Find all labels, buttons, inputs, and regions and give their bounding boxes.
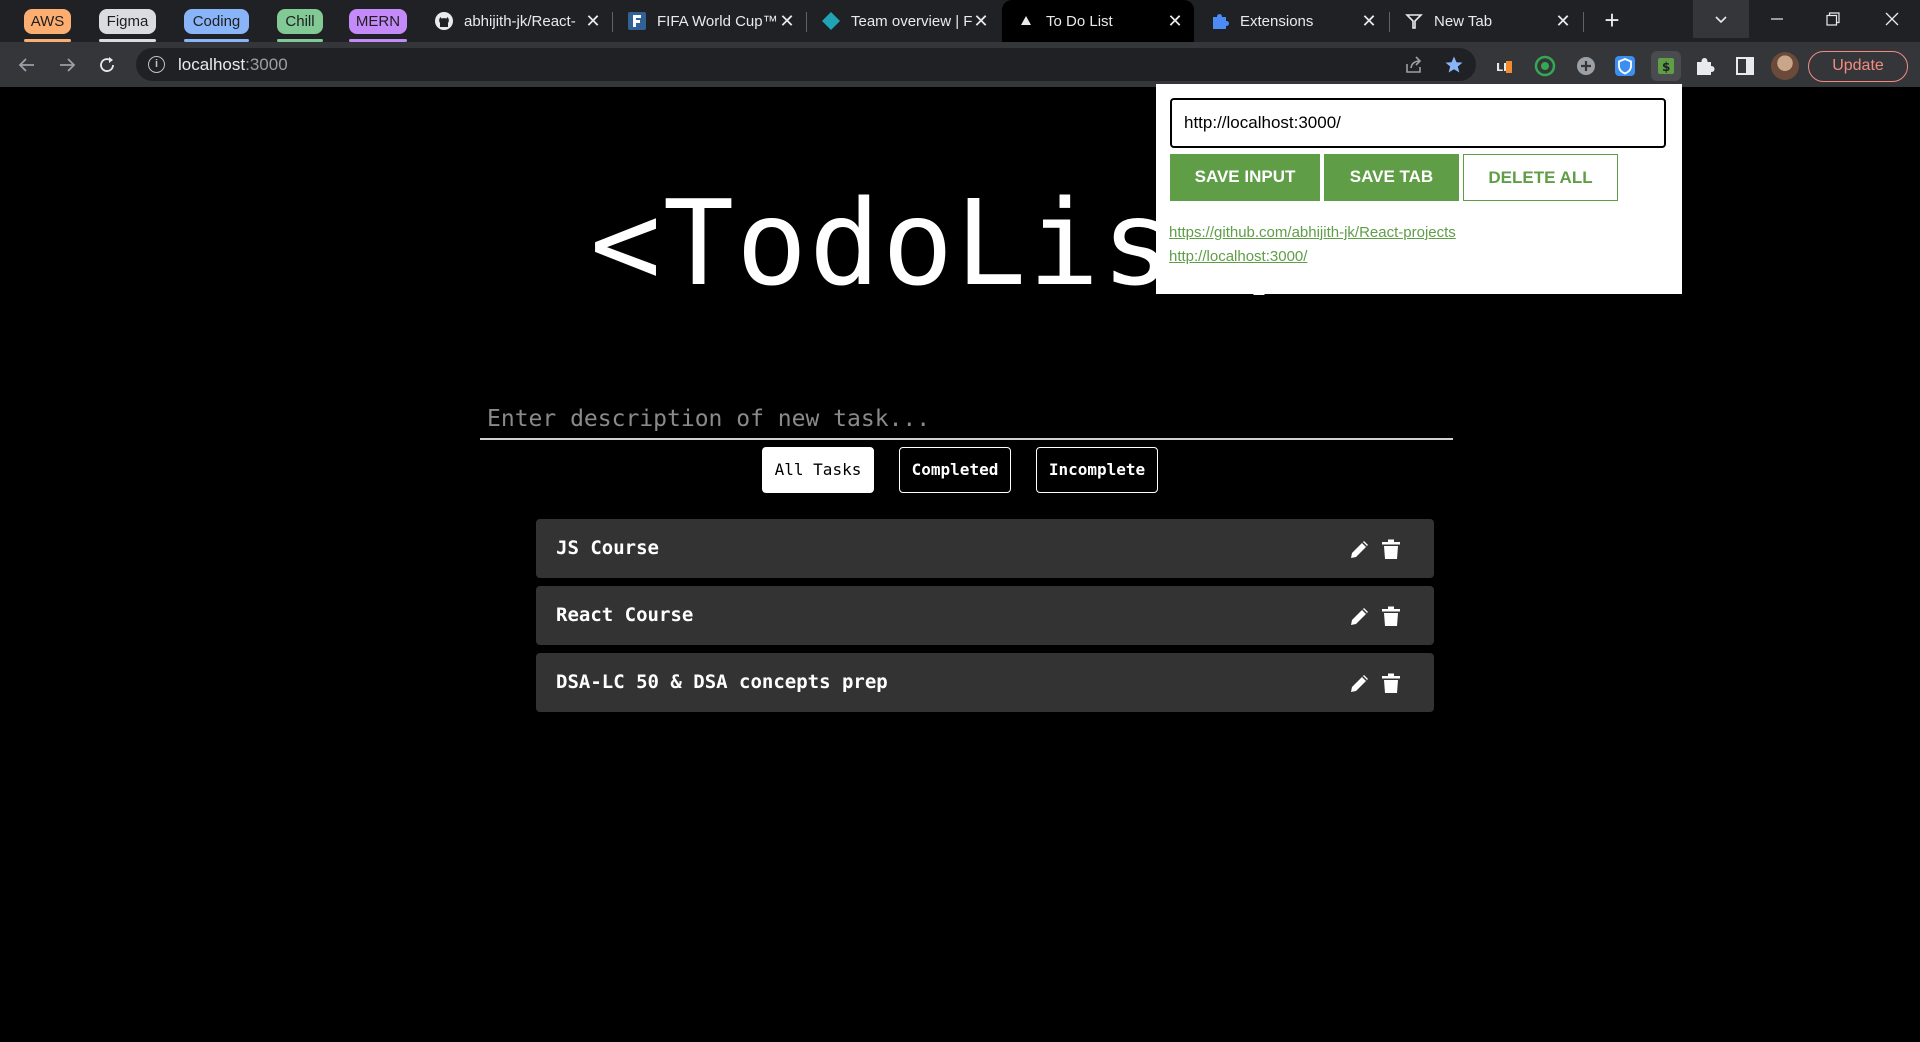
close-icon[interactable]: ✕: [584, 12, 602, 30]
filter-all-tasks[interactable]: All Tasks: [762, 447, 874, 493]
link-saver-popup: SAVE INPUT SAVE TAB DELETE ALL https://g…: [1156, 84, 1682, 294]
popup-url-input[interactable]: [1170, 98, 1666, 148]
plus-circle-icon: [1577, 57, 1595, 75]
tab-title: New Tab: [1434, 12, 1493, 30]
reload-icon: [100, 57, 114, 72]
save-input-button[interactable]: SAVE INPUT: [1170, 154, 1320, 201]
restore-icon: [1826, 12, 1840, 26]
plus-extension-icon[interactable]: [1575, 55, 1597, 77]
minimize-icon: [1771, 18, 1783, 20]
tab-new-tab[interactable]: New Tab ✕: [1390, 0, 1582, 42]
task-item[interactable]: DSA-LC 50 & DSA concepts prep: [536, 653, 1434, 712]
forward-button[interactable]: [52, 50, 82, 80]
saved-link[interactable]: http://localhost:3000/: [1169, 248, 1307, 265]
tab-separator: [1583, 12, 1584, 32]
profile-avatar[interactable]: [1771, 52, 1799, 80]
pencil-icon[interactable]: [1348, 671, 1372, 695]
side-panel-icon: [1736, 57, 1754, 75]
address-bar[interactable]: i localhost:3000: [136, 48, 1476, 81]
bookmark-star-icon[interactable]: [1444, 55, 1464, 75]
tab-group-coding[interactable]: Coding: [184, 9, 249, 34]
shield-icon: [1615, 56, 1635, 76]
update-button[interactable]: Update: [1808, 51, 1908, 82]
puzzle-icon: [1210, 11, 1230, 31]
tab-title: Team overview | F: [851, 12, 973, 30]
window-close-button[interactable]: [1864, 0, 1920, 38]
tab-title: abhijith-jk/React-: [464, 12, 576, 30]
tab-search-button[interactable]: [1693, 0, 1749, 38]
task-label: JS Course: [556, 537, 659, 559]
new-tab-button[interactable]: +: [1598, 7, 1626, 35]
tab-github[interactable]: abhijith-jk/React- ✕: [420, 0, 612, 42]
shield-extension-icon[interactable]: [1614, 55, 1636, 77]
info-icon[interactable]: i: [148, 56, 165, 73]
restore-button[interactable]: [1805, 0, 1861, 38]
pencil-icon[interactable]: [1348, 537, 1372, 561]
task-item[interactable]: JS Course: [536, 519, 1434, 578]
close-icon[interactable]: ✕: [1554, 12, 1572, 30]
close-icon[interactable]: ✕: [1360, 12, 1378, 30]
trash-icon[interactable]: [1379, 604, 1403, 628]
arrow-right-icon: [60, 58, 76, 72]
task-item[interactable]: React Course: [536, 586, 1434, 645]
lighthouse-icon: LH: [1494, 57, 1514, 75]
trash-icon[interactable]: [1379, 671, 1403, 695]
back-button[interactable]: [12, 50, 42, 80]
link-saver-extension-icon[interactable]: $: [1651, 51, 1681, 81]
tab-fifa[interactable]: FIFA World Cup™ ✕: [613, 0, 806, 42]
tab-team-overview[interactable]: Team overview | F ✕: [807, 0, 1000, 42]
target-extension-icon[interactable]: [1534, 55, 1556, 77]
target-icon: [1534, 55, 1556, 77]
fifa-icon: [627, 11, 647, 31]
arrow-left-icon: [18, 58, 34, 72]
pencil-icon[interactable]: [1348, 604, 1372, 628]
address-url: localhost:3000: [178, 55, 288, 74]
delete-all-button[interactable]: DELETE ALL: [1463, 154, 1618, 201]
new-task-input[interactable]: [480, 400, 1453, 440]
tab-to-do-list[interactable]: To Do List ✕: [1002, 0, 1194, 42]
tab-title: Extensions: [1240, 12, 1314, 30]
tab-title: To Do List: [1046, 12, 1113, 30]
trash-icon[interactable]: [1379, 537, 1403, 561]
minimize-button[interactable]: [1749, 0, 1805, 38]
save-tab-button[interactable]: SAVE TAB: [1324, 154, 1459, 201]
side-panel-button[interactable]: [1734, 55, 1756, 77]
close-icon[interactable]: ✕: [778, 12, 796, 30]
tab-group-aws[interactable]: AWS: [24, 9, 71, 34]
close-icon[interactable]: ✕: [972, 12, 990, 30]
filter-incomplete[interactable]: Incomplete: [1036, 447, 1158, 493]
dollar-icon: $: [1658, 58, 1674, 74]
close-icon[interactable]: ✕: [1166, 12, 1184, 30]
close-icon: [1885, 12, 1899, 26]
task-label: React Course: [556, 604, 694, 626]
share-icon[interactable]: [1404, 55, 1424, 75]
tab-title: FIFA World Cup™: [657, 12, 778, 30]
tab-group-chill[interactable]: Chill: [277, 9, 323, 34]
puzzle-icon: [1697, 58, 1715, 75]
tab-group-figma[interactable]: Figma: [99, 9, 156, 34]
github-icon: [434, 11, 454, 31]
tab-strip: AWS Figma Coding Chill MERN abhijith-jk/…: [0, 0, 1920, 42]
filter-completed[interactable]: Completed: [899, 447, 1011, 493]
newtab-icon: [1404, 11, 1424, 31]
triangle-icon: [1016, 11, 1036, 31]
task-label: DSA-LC 50 & DSA concepts prep: [556, 671, 888, 693]
saved-link[interactable]: https://github.com/abhijith-jk/React-pro…: [1169, 224, 1456, 241]
extensions-menu-button[interactable]: [1694, 55, 1716, 77]
reload-button[interactable]: [92, 50, 122, 80]
tab-extensions[interactable]: Extensions ✕: [1196, 0, 1388, 42]
lighthouse-extension-icon[interactable]: LH: [1493, 55, 1515, 77]
svg-text:$: $: [1662, 60, 1670, 74]
diamond-icon: [821, 11, 841, 31]
chevron-down-icon: [1715, 16, 1727, 24]
tab-group-mern[interactable]: MERN: [349, 9, 407, 34]
